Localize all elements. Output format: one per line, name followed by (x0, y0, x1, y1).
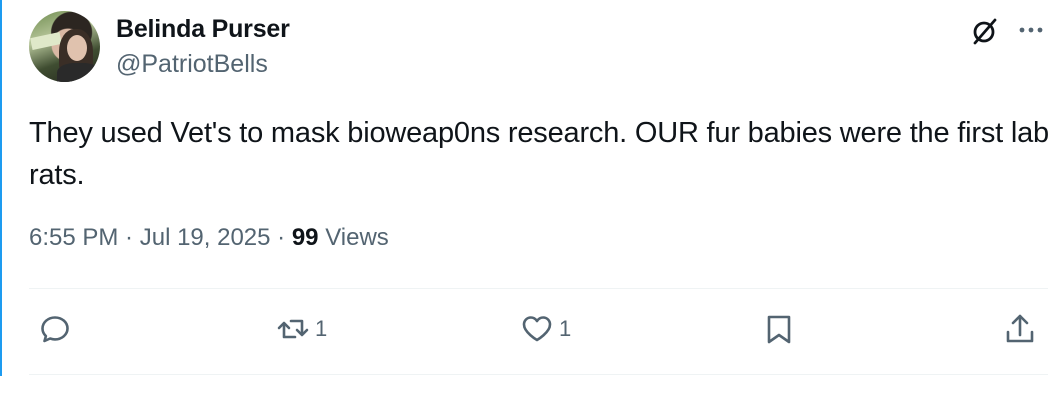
meta-separator: · (118, 224, 140, 251)
heart-icon (522, 316, 552, 342)
avatar-background (30, 32, 62, 50)
bookmark-button[interactable] (762, 312, 796, 346)
grok-icon[interactable] (969, 16, 999, 46)
repost-button[interactable]: 1 (276, 312, 327, 346)
meta-separator: · (270, 224, 292, 251)
repost-count: 1 (315, 316, 328, 341)
tweet-text: They used Vet's to mask bioweap0ns resea… (29, 117, 1049, 191)
reply-button[interactable] (38, 312, 77, 346)
views-count: 99 (291, 224, 319, 251)
avatar[interactable] (29, 11, 100, 82)
author-name[interactable]: Belinda Purser (116, 15, 290, 44)
divider-bottom (29, 374, 1048, 375)
like-button[interactable]: 1 (520, 312, 571, 346)
author-handle[interactable]: @PatriotBells (116, 50, 268, 79)
like-count: 1 (559, 316, 572, 341)
more-icon[interactable] (1016, 17, 1046, 43)
thread-accent-line (0, 0, 2, 376)
share-button[interactable] (1003, 312, 1037, 346)
tweet-date[interactable]: Jul 19, 2025 (140, 224, 271, 251)
tweet-time[interactable]: 6:55 PM (29, 224, 118, 251)
avatar-face (67, 35, 87, 61)
repost-icon (277, 319, 309, 339)
share-icon (1006, 314, 1034, 343)
views-label: Views (325, 224, 389, 251)
reply-icon (41, 316, 69, 343)
bookmark-icon (767, 315, 791, 344)
avatar-shirt (57, 63, 100, 82)
tweet-meta: 6:55 PM · Jul 19, 2025 · 99 Views (29, 224, 389, 252)
divider-top (29, 288, 1048, 289)
